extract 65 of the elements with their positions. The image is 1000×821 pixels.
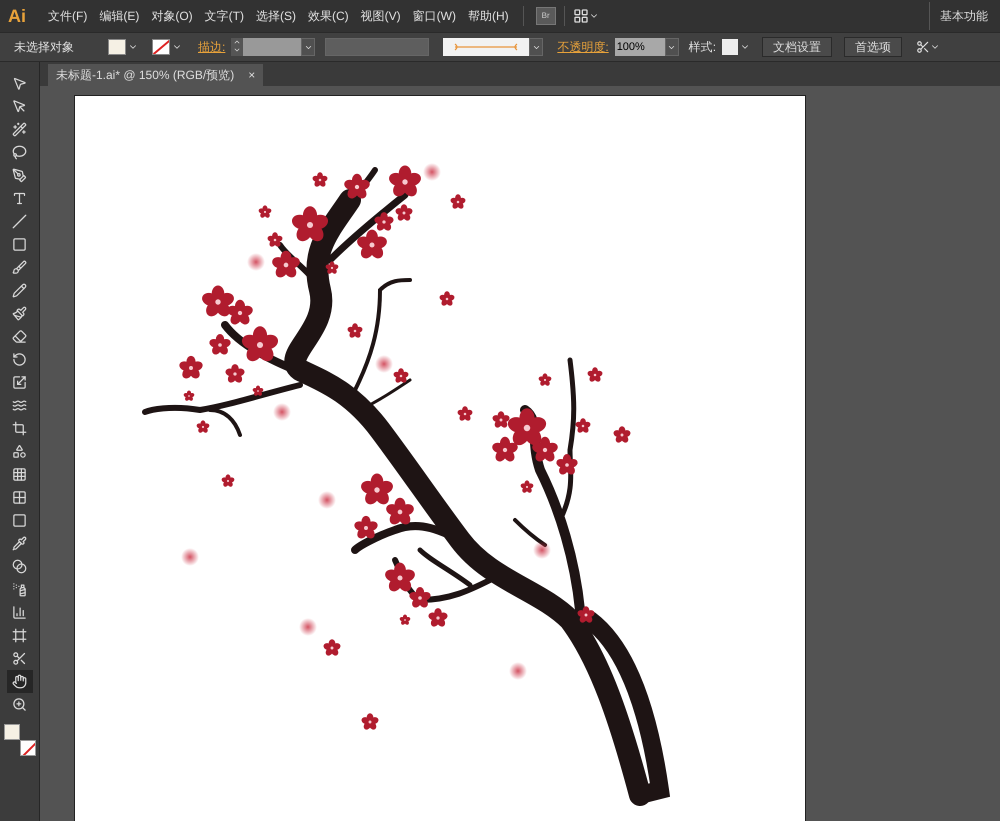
- menu-item[interactable]: 窗口(W): [406, 4, 462, 28]
- bar-graph-icon: [12, 605, 27, 620]
- blob-brush-icon: [12, 306, 27, 321]
- blend-icon: [12, 559, 27, 574]
- menu-item[interactable]: 选择(S): [250, 4, 302, 28]
- menu-item[interactable]: 效果(C): [302, 4, 355, 28]
- artboard-icon: [12, 628, 27, 643]
- tool-button[interactable]: [6, 670, 32, 693]
- workspace-switcher[interactable]: 基本功能: [940, 7, 1000, 25]
- line-icon: [12, 214, 27, 229]
- opacity-dropdown[interactable]: [664, 38, 679, 56]
- rectangle-icon: [12, 237, 27, 252]
- stroke-label: 描边:: [198, 39, 226, 56]
- up-caret-icon: [233, 38, 242, 46]
- panel-menu-button[interactable]: [916, 40, 940, 54]
- perspective-grid-icon: [12, 467, 27, 482]
- menu-item[interactable]: 视图(V): [354, 4, 407, 28]
- eraser-icon: [12, 329, 27, 344]
- hand-icon: [12, 674, 27, 689]
- document-tab[interactable]: 未标题-1.ai* @ 150% (RGB/预览) ×: [48, 64, 264, 86]
- style-label: 样式:: [688, 39, 716, 56]
- brush-definition-field[interactable]: [443, 38, 530, 56]
- close-button[interactable]: ×: [248, 66, 256, 84]
- opacity-field[interactable]: 100%: [614, 38, 665, 56]
- menu-item[interactable]: 对象(O): [145, 4, 199, 28]
- pencil-icon: [12, 283, 27, 298]
- down-caret-icon: [233, 46, 242, 54]
- menu-item[interactable]: 帮助(H): [462, 4, 515, 28]
- app-logo: Ai: [7, 4, 27, 28]
- shapes-icon: [12, 444, 27, 459]
- style-swatch[interactable]: [722, 39, 738, 55]
- stroke-color-swatch[interactable]: [20, 740, 36, 756]
- stroke-stepper[interactable]: [231, 38, 244, 56]
- eyedropper-icon: [12, 536, 27, 551]
- brush-icon: [12, 260, 27, 275]
- pen-icon: [12, 168, 27, 183]
- opacity-label: 不透明度:: [557, 39, 609, 56]
- magic-wand-icon: [12, 122, 27, 137]
- bridge-button[interactable]: Br: [536, 7, 556, 25]
- layout-grid-icon: [572, 8, 589, 24]
- fill-swatch[interactable]: [108, 39, 126, 55]
- stroke-weight-field[interactable]: [243, 38, 302, 56]
- zoom-icon: [12, 697, 27, 712]
- type-icon: [12, 191, 27, 206]
- spray-can-icon: [12, 582, 27, 597]
- selection-arrow-icon: [12, 76, 27, 91]
- scale-icon: [12, 375, 27, 390]
- warp-icon: [12, 398, 27, 413]
- free-transform-icon: [12, 421, 27, 436]
- menu-item[interactable]: 编辑(E): [93, 4, 146, 28]
- direct-arrow-icon: [12, 99, 27, 114]
- selection-status: 未选择对象: [14, 39, 75, 56]
- rotate-icon: [12, 352, 27, 367]
- control-bar-button[interactable]: 文档设置: [762, 37, 832, 57]
- stroke-weight-dropdown[interactable]: [301, 38, 316, 56]
- menu-item[interactable]: 文件(F): [42, 4, 94, 28]
- lasso-icon: [12, 145, 27, 160]
- control-bar-button[interactable]: 首选项: [844, 37, 902, 57]
- arrange-documents-button[interactable]: [572, 8, 599, 24]
- stroke-none-swatch[interactable]: [152, 39, 170, 55]
- brush-dropdown[interactable]: [529, 38, 544, 56]
- menu-item[interactable]: 文字(T): [198, 4, 250, 28]
- document-title: 未标题-1.ai* @ 150% (RGB/预览): [56, 67, 234, 84]
- mesh-icon: [12, 490, 27, 505]
- fill-color-swatch[interactable]: [4, 724, 20, 740]
